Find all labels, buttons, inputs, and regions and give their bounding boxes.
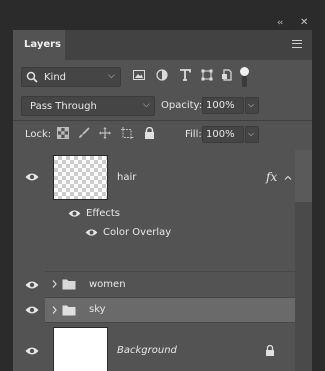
scrollbar-thumb[interactable] xyxy=(295,150,312,202)
panel-tab-bar: Layers xyxy=(13,30,312,60)
type-layer-filter-icon[interactable] xyxy=(179,69,191,81)
layer-name: sky xyxy=(89,304,106,315)
divider xyxy=(13,120,312,121)
collapse-panels-icon[interactable]: ‹‹ xyxy=(277,18,283,28)
adjustment-layer-filter-icon[interactable] xyxy=(156,69,168,81)
filter-toggle-track xyxy=(242,76,247,87)
search-icon xyxy=(26,71,38,83)
opacity-input[interactable]: 100% xyxy=(202,97,244,114)
layer-effects-row[interactable]: Effects xyxy=(13,204,295,223)
lock-image-pixels-icon[interactable] xyxy=(78,127,90,139)
folder-icon xyxy=(62,279,76,290)
visibility-eye-icon[interactable] xyxy=(25,305,39,315)
layer-row-hair[interactable]: hair fx xyxy=(13,150,295,204)
prevent-auto-nesting-icon[interactable] xyxy=(121,127,134,139)
fill-input[interactable]: 100% xyxy=(202,126,244,143)
chevron-down-icon: ⌵ xyxy=(108,71,115,81)
shape-layer-filter-icon[interactable] xyxy=(201,69,213,81)
layer-thumbnail xyxy=(53,155,108,200)
blend-mode-value: Pass Through xyxy=(30,101,97,112)
tab-layers[interactable]: Layers xyxy=(13,30,65,60)
pixel-layer-filter-icon[interactable] xyxy=(133,69,145,81)
lock-transparent-pixels-icon[interactable] xyxy=(57,127,69,139)
visibility-eye-icon[interactable] xyxy=(25,172,39,182)
chevron-down-icon: ⌵ xyxy=(143,100,150,110)
lock-position-icon[interactable] xyxy=(99,127,111,139)
filter-type-label: Kind xyxy=(44,72,67,83)
layer-row-women[interactable]: women xyxy=(13,272,295,297)
layer-row-background[interactable]: Background xyxy=(13,323,295,371)
opacity-label: Opacity: xyxy=(161,100,203,111)
layer-thumbnail xyxy=(53,327,108,371)
layer-name: women xyxy=(89,279,126,290)
visibility-eye-icon[interactable] xyxy=(68,209,81,218)
lock-all-icon[interactable] xyxy=(144,127,155,139)
close-icon[interactable]: ✕ xyxy=(300,17,308,28)
layer-name: hair xyxy=(117,172,137,183)
layers-panel: Layers Kind ⌵ Pass Through ⌵ Opacity: 10… xyxy=(13,30,312,371)
chevron-right-icon[interactable] xyxy=(52,280,57,288)
lock-label: Lock: xyxy=(25,129,52,140)
lock-icon[interactable] xyxy=(265,345,275,356)
layers-list: hair fx Effects Color Overlay women sky … xyxy=(13,150,312,371)
panel-dock-header: ‹‹ ✕ xyxy=(0,0,325,30)
fill-label: Fill: xyxy=(185,129,202,140)
visibility-eye-icon[interactable] xyxy=(85,228,98,237)
opacity-slider-toggle[interactable]: ⌵ xyxy=(245,97,259,114)
filter-toggle-icon[interactable] xyxy=(240,67,249,76)
color-overlay-effect-row[interactable]: Color Overlay xyxy=(13,223,295,242)
layer-name: Background xyxy=(117,345,177,356)
chevron-down-icon: ⌵ xyxy=(248,100,255,109)
blend-mode-select[interactable]: Pass Through ⌵ xyxy=(21,96,155,116)
chevron-down-icon: ⌵ xyxy=(248,129,255,138)
filter-type-select[interactable]: Kind ⌵ xyxy=(21,67,121,87)
fill-slider-toggle[interactable]: ⌵ xyxy=(245,126,259,143)
layer-effects-fx-icon[interactable]: fx xyxy=(266,170,277,184)
visibility-eye-icon[interactable] xyxy=(25,346,39,356)
dock-left-gutter xyxy=(0,30,13,371)
opacity-value: 100% xyxy=(206,100,235,111)
visibility-eye-icon[interactable] xyxy=(25,280,39,290)
color-overlay-label: Color Overlay xyxy=(103,227,172,238)
layer-row-sky[interactable]: sky xyxy=(13,298,295,322)
smart-object-filter-icon[interactable] xyxy=(221,69,233,81)
panel-menu-icon[interactable] xyxy=(292,40,302,48)
dock-right-gutter xyxy=(312,30,325,371)
fill-value: 100% xyxy=(206,129,235,140)
folder-icon xyxy=(62,305,76,316)
selected-row-highlight xyxy=(45,298,295,322)
effects-label: Effects xyxy=(86,208,120,219)
chevron-up-icon[interactable] xyxy=(284,175,292,180)
chevron-right-icon[interactable] xyxy=(52,306,57,314)
